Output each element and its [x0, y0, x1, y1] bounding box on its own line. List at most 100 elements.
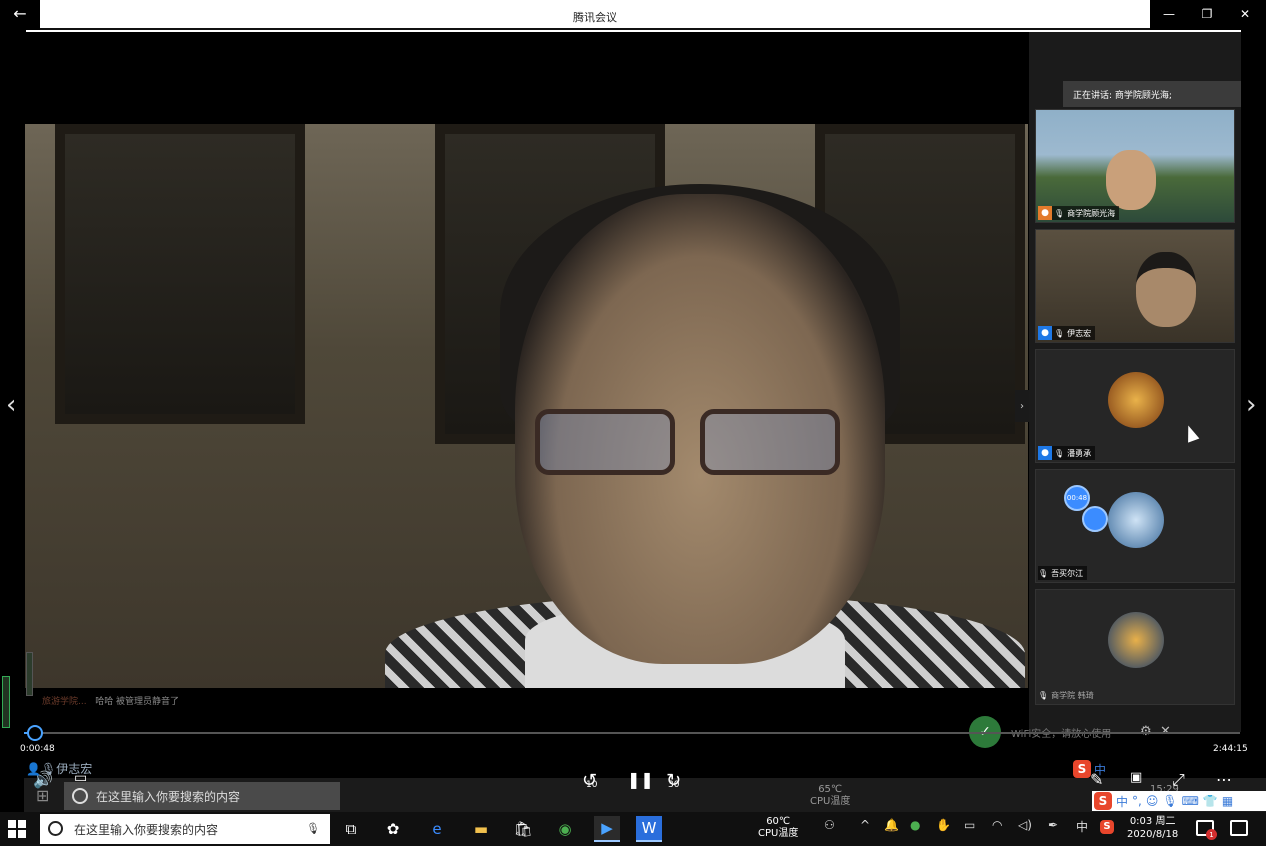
participant-tile[interactable]: ● 🎙 潘勇承 [1035, 349, 1235, 463]
sogou-tray-icon[interactable]: S [1100, 818, 1114, 834]
pen-tray-icon[interactable]: ✒ [1048, 818, 1058, 832]
cpu-temp: 60℃ CPU温度 [758, 816, 798, 840]
cortana-icon [48, 821, 63, 836]
back-arrow-icon[interactable]: ← [0, 0, 40, 26]
total-time: 2:44:15 [1213, 744, 1248, 754]
grid-icon[interactable]: ▦ [1222, 794, 1233, 808]
clock-date: 2020/8/18 [1127, 829, 1179, 840]
tray-app-icon[interactable]: ✋ [936, 818, 951, 832]
mic-muted-icon: 🎙 [1038, 568, 1049, 578]
taskbar-search[interactable]: 在这里输入你要搜索的内容 🎙 [40, 814, 330, 844]
fullscreen-icon[interactable]: ⤢ [1172, 770, 1185, 790]
participant-tile[interactable]: 00:48 🎙 吾买尔江 [1035, 469, 1235, 583]
recorded-cpu-label: CPU温度 [810, 796, 851, 807]
skin-icon[interactable]: 👕 [1203, 794, 1218, 808]
participant-name: 商学院顾光海 [1067, 208, 1116, 218]
ime-lang-indicator[interactable]: 中 [1076, 818, 1088, 835]
mic-icon: 🎙 [1054, 328, 1065, 338]
participant-face [1106, 150, 1156, 210]
file-explorer-icon[interactable]: ▬ [468, 816, 494, 842]
progress-knob[interactable] [27, 725, 43, 741]
speaker-icon[interactable]: ◁) [1018, 818, 1032, 832]
collapse-panel-button[interactable]: › [1015, 390, 1029, 422]
store-icon[interactable]: 🛍 [510, 816, 536, 842]
action-center-icon[interactable] [1230, 820, 1248, 836]
close-button[interactable]: ✕ [1226, 0, 1264, 28]
mic-icon[interactable]: 🎙 [306, 822, 320, 835]
tencent-meeting-icon[interactable]: ▶ [594, 816, 620, 842]
window-titlebar: 腾讯会议 [40, 0, 1150, 30]
ime-lang[interactable]: 中 [1116, 793, 1128, 810]
next-arrow-icon[interactable]: › [1246, 390, 1256, 420]
ie-browser-icon[interactable]: e [424, 816, 450, 842]
clock-time: 0:03 周二 [1129, 816, 1176, 827]
timer-bubble-dot [1082, 506, 1108, 532]
battery-icon[interactable]: ▭ [964, 818, 975, 832]
windows-start-icon[interactable] [8, 820, 28, 840]
audio-level-meter [26, 652, 33, 696]
ime-toolbar-rec: S 中 [1073, 760, 1106, 778]
user-icon: ● [1038, 326, 1052, 340]
wps-icon[interactable]: W [636, 816, 662, 842]
mic-icon: 🎙 [1054, 208, 1065, 218]
task-view-icon[interactable]: ⧉ [338, 816, 364, 842]
screen: ← 腾讯会议 — ❐ ✕ ‹ › › 正在讲话: 商学院顾光海; ● 🎙 商学院… [0, 0, 1266, 846]
participant-name: 伊志宏 [1067, 328, 1092, 338]
user-icon: ● [1038, 206, 1052, 220]
participant-tile[interactable]: 🎙 商学院 韩琦 [1035, 589, 1235, 705]
360-browser-icon[interactable]: ◉ [552, 816, 578, 842]
participant-label: 🎙 吾买尔江 [1038, 566, 1088, 580]
wifi-icon[interactable]: ◠ [992, 818, 1002, 832]
participant-label: ● 🎙 商学院顾光海 [1038, 206, 1120, 220]
chat-sender: 旅游学院... [42, 697, 87, 707]
overlay-user-label: 👤🎙伊志宏 [26, 762, 93, 776]
recorded-cpu-value: 65℃ [818, 784, 843, 795]
audio-level-meter [2, 676, 10, 728]
search-placeholder: 在这里输入你要搜索的内容 [74, 822, 219, 837]
current-time: 0:00:48 [20, 744, 55, 754]
bell-icon[interactable]: 🔔 [884, 818, 899, 832]
timer-bubble: 00:48 [1064, 485, 1090, 511]
taskbar-clock[interactable]: 0:03 周二 2020/8/18 [1127, 815, 1178, 841]
progress-track[interactable] [24, 732, 1240, 734]
main-video [25, 124, 1028, 688]
restore-button[interactable]: ❐ [1188, 0, 1226, 28]
participant-tile[interactable]: ● 🎙 商学院顾光海 [1035, 109, 1235, 223]
participant-avatar [1108, 612, 1164, 668]
mic-icon[interactable]: 🎙 [1162, 794, 1177, 808]
minimize-button[interactable]: — [1150, 0, 1188, 28]
ime-punct[interactable]: °, [1132, 794, 1142, 808]
recorded-search-box: 在这里输入你要搜索的内容 [64, 782, 340, 810]
participant-label: ● 🎙 伊志宏 [1038, 326, 1096, 340]
participant-name: 吾买尔江 [1051, 568, 1084, 578]
speaking-banner: 正在讲话: 商学院顾光海; [1063, 81, 1241, 107]
participant-label: ● 🎙 潘勇承 [1038, 446, 1096, 460]
cpu-value: 60℃ [766, 816, 791, 827]
prev-arrow-icon[interactable]: ‹ [6, 390, 16, 420]
participant-tile[interactable]: ● 🎙 伊志宏 [1035, 229, 1235, 343]
wall-frame [55, 124, 305, 424]
keyboard-icon[interactable]: ⌨ [1182, 794, 1199, 808]
pip-icon[interactable]: ▣ [1130, 770, 1142, 785]
rewind-seconds: 10 [586, 780, 598, 790]
participant-name: 潘勇承 [1067, 448, 1092, 458]
tray-app-icon[interactable]: ● [910, 818, 920, 832]
participant-face [1136, 252, 1196, 327]
participant-label: 🎙 商学院 韩琦 [1038, 688, 1098, 702]
more-icon[interactable]: ⋯ [1216, 770, 1232, 789]
participant-avatar [1108, 372, 1164, 428]
ime-toolbar[interactable]: S 中 °, ☺ 🎙 ⌨ 👕 ▦ [1092, 791, 1266, 811]
forward-seconds: 30 [668, 780, 680, 790]
speaker-glasses [535, 409, 845, 479]
notification-badge: 1 [1206, 829, 1217, 840]
people-icon[interactable]: ⚇ [824, 818, 835, 832]
cpu-label: CPU温度 [758, 828, 799, 839]
chat-text: 哈哈 被管理员静音了 [95, 697, 180, 707]
app-icon[interactable]: ✿ [380, 816, 406, 842]
emoji-icon[interactable]: ☺ [1146, 794, 1159, 808]
sogou-icon: S [1094, 792, 1112, 810]
pause-icon[interactable]: ❚❚ [627, 770, 654, 789]
recorded-cpu-temp: 65℃ CPU温度 [810, 784, 850, 808]
tray-expand-icon[interactable]: ^ [860, 818, 870, 832]
ime-lang: 中 [1094, 762, 1107, 777]
